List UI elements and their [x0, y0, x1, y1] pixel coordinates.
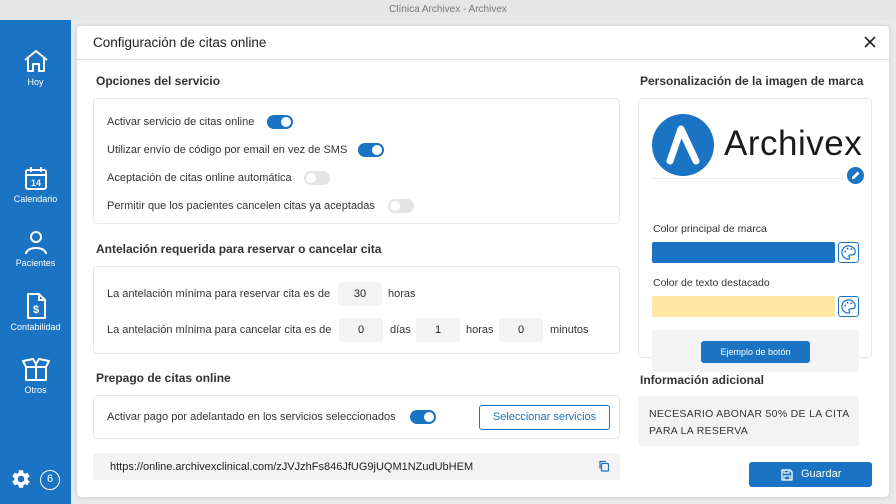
close-icon[interactable]	[863, 35, 877, 49]
toggle-label-online-service: Activar servicio de citas online	[107, 116, 255, 128]
sidebar-item-otros[interactable]: Otros	[0, 356, 71, 395]
calendar-icon: 14	[24, 167, 47, 190]
primary-color-picker-button[interactable]	[838, 242, 859, 263]
service-options-card: Activar servicio de citas online Utiliza…	[93, 98, 620, 224]
auto-accept-toggle[interactable]	[304, 171, 330, 185]
cancel-minutes-input[interactable]: 0	[499, 318, 543, 342]
home-icon	[23, 50, 48, 72]
additional-info-text: NECESARIO ABONAR 50% DE LA CITA PARA LA …	[649, 408, 849, 437]
dialog-divider	[77, 59, 889, 60]
primary-color-swatch[interactable]	[652, 242, 835, 263]
highlight-color-swatch[interactable]	[652, 296, 835, 317]
minutes-unit: minutos	[550, 324, 589, 336]
patient-cancel-toggle[interactable]	[388, 199, 414, 213]
email-code-toggle[interactable]	[358, 143, 384, 157]
window-title: Clínica Archivex - Archivex	[0, 0, 896, 20]
service-options-title: Opciones del servicio	[96, 74, 221, 88]
select-services-button[interactable]: Seleccionar servicios	[479, 405, 610, 430]
reserve-hours-input[interactable]: 30	[338, 282, 382, 306]
brand-logo-text: Archivex	[724, 124, 863, 163]
cancel-advance-label: La antelación mínima para cancelar cita …	[107, 324, 332, 336]
save-button[interactable]: Guardar	[749, 462, 872, 487]
sidebar-item-label: Pacientes	[15, 258, 56, 268]
sidebar-item-label: Contabilidad	[10, 322, 61, 332]
invoice-icon: $	[26, 293, 46, 319]
sidebar-item-pacientes[interactable]: Pacientes	[0, 230, 71, 268]
highlight-color-label: Color de texto destacado	[653, 277, 770, 289]
prepay-title: Prepago de citas online	[96, 371, 231, 385]
prepay-toggle[interactable]	[410, 410, 436, 424]
sidebar-item-label: Otros	[24, 385, 47, 395]
pencil-icon	[852, 171, 860, 179]
copy-icon[interactable]	[598, 460, 610, 472]
toggle-label-email-code: Utilizar envío de código por email en ve…	[107, 144, 348, 156]
box-icon	[21, 358, 50, 381]
toggle-label-auto-accept: Aceptación de citas online automática	[107, 172, 292, 184]
additional-info-title: Información adicional	[640, 373, 765, 387]
additional-info-textarea[interactable]: NECESARIO ABONAR 50% DE LA CITA PARA LA …	[638, 396, 859, 446]
brand-logo: Archivex	[652, 109, 865, 179]
booking-url-field[interactable]: https://online.archivexclinical.com/zJVJ…	[93, 453, 620, 480]
advance-title: Antelación requerida para reservar o can…	[96, 242, 382, 256]
palette-icon	[841, 299, 856, 314]
sidebar-item-calendario[interactable]: 14 Calendario	[0, 166, 71, 204]
hours-unit: horas	[388, 288, 416, 300]
sidebar-item-contabilidad[interactable]: $ Contabilidad	[0, 293, 71, 332]
dialog-title: Configuración de citas online	[93, 35, 267, 50]
svg-text:$: $	[32, 304, 38, 316]
days-unit: días	[390, 324, 411, 336]
brand-logo-icon	[652, 114, 714, 176]
notification-badge[interactable]: 6	[40, 470, 60, 490]
branding-card: Archivex Color principal de marca Color …	[638, 98, 872, 372]
button-preview-area: Ejemplo de botón	[652, 330, 859, 372]
toggle-label-patient-cancel: Permitir que los pacientes cancelen cita…	[107, 200, 375, 212]
online-service-toggle[interactable]	[267, 115, 293, 129]
online-appointments-dialog: Configuración de citas online Opciones d…	[77, 26, 889, 497]
reserve-advance-label: La antelación mínima para reservar cita …	[107, 288, 331, 300]
highlight-color-picker-button[interactable]	[838, 296, 859, 317]
booking-url-text: https://online.archivexclinical.com/zJVJ…	[110, 461, 474, 473]
person-icon	[24, 231, 47, 255]
prepay-toggle-label: Activar pago por adelantado en los servi…	[107, 411, 396, 423]
cancel-days-input[interactable]: 0	[339, 318, 383, 342]
save-icon	[781, 469, 793, 481]
sidebar-item-hoy[interactable]: Hoy	[0, 48, 71, 87]
branding-title: Personalización de la imagen de marca	[640, 74, 864, 88]
calendar-day-label: 14	[30, 178, 40, 188]
sidebar-item-label: Calendario	[13, 194, 58, 204]
primary-color-label: Color principal de marca	[653, 223, 767, 235]
save-button-label: Guardar	[801, 468, 842, 480]
gear-icon[interactable]	[10, 468, 32, 490]
example-button[interactable]: Ejemplo de botón	[701, 341, 810, 363]
sidebar: Hoy 14 Calendario Pacientes $ Contabilid…	[0, 20, 71, 504]
edit-logo-button[interactable]	[845, 165, 866, 186]
cancel-hours-input[interactable]: 1	[416, 318, 460, 342]
advance-card: La antelación mínima para reservar cita …	[93, 266, 620, 354]
sidebar-item-label: Hoy	[27, 77, 44, 87]
palette-icon	[841, 245, 856, 260]
hours-unit: horas	[466, 324, 494, 336]
sidebar-footer: 6	[0, 468, 71, 492]
